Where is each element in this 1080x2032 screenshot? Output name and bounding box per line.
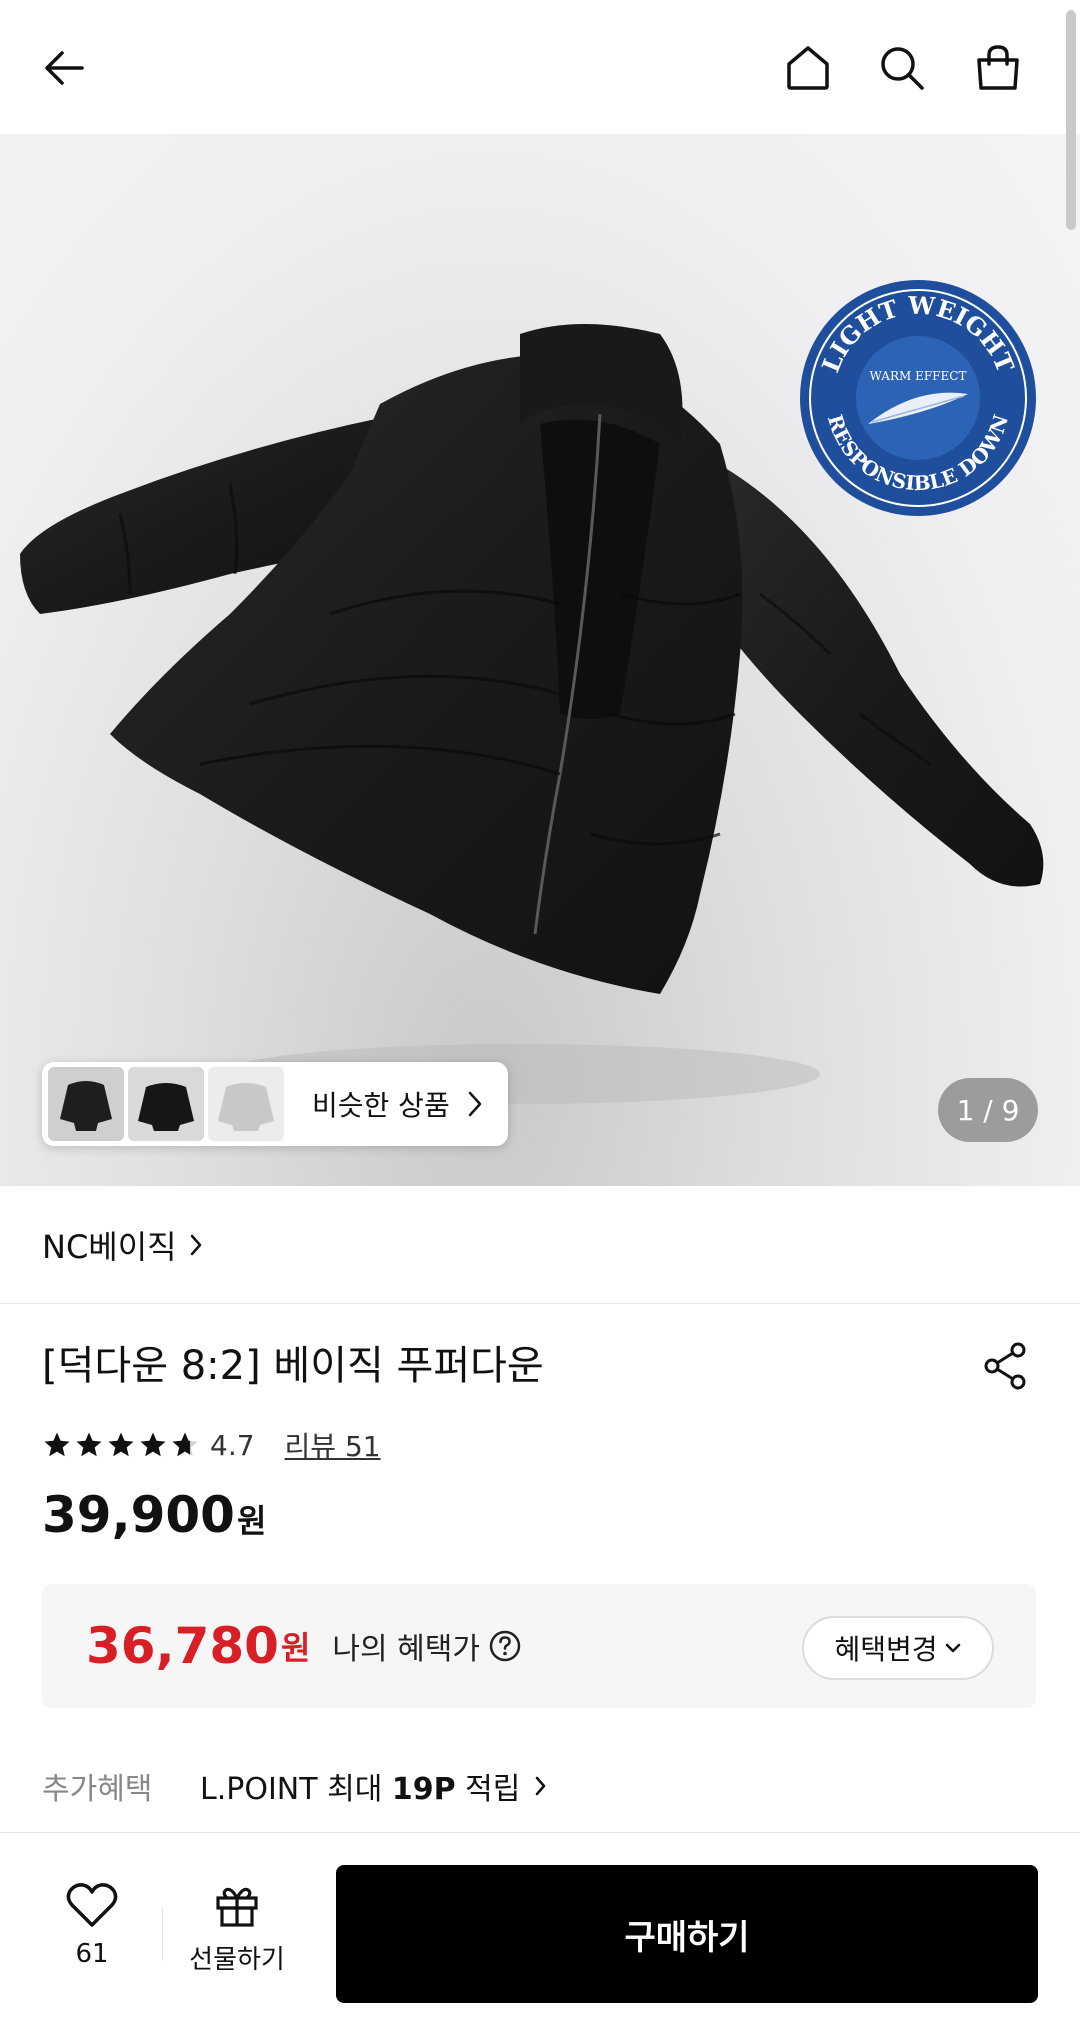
product-title: [덕다운 8:2] 베이직 푸퍼다운 xyxy=(42,1343,544,1389)
gift-icon xyxy=(216,1887,258,1927)
extra-text-prefix: L.POINT 최대 xyxy=(200,1772,392,1807)
rating-value: 4.7 xyxy=(210,1428,255,1462)
heart-icon xyxy=(66,1883,118,1927)
gift-label: 선물하기 xyxy=(189,1945,285,1975)
scrollbar[interactable] xyxy=(1066,10,1076,230)
star-icon xyxy=(140,1432,166,1457)
currency-unit: 원 xyxy=(236,1502,267,1540)
brand-name: NC베이직 xyxy=(42,1227,177,1266)
benefit-price: 36,780 xyxy=(86,1617,279,1675)
star-icon xyxy=(108,1432,134,1457)
share-icon[interactable] xyxy=(980,1340,1032,1392)
change-benefit-button[interactable]: 혜택변경 xyxy=(802,1616,994,1680)
change-benefit-label: 혜택변경 xyxy=(834,1633,938,1666)
extra-text-points: 19P xyxy=(391,1772,456,1807)
extra-benefit-row[interactable]: 추가혜택 L.POINT 최대 19P 적립 xyxy=(42,1756,548,1816)
product-title-row: [덕다운 8:2] 베이직 푸퍼다운 xyxy=(42,1336,1032,1396)
benefit-currency: 원 xyxy=(280,1629,311,1667)
like-button[interactable]: 61 xyxy=(54,1881,130,1969)
extra-benefit-label: 추가혜택 xyxy=(42,1772,153,1807)
cart-button[interactable] xyxy=(960,30,1036,106)
similar-thumb-1 xyxy=(48,1067,124,1141)
top-app-bar xyxy=(0,0,1080,134)
gift-button[interactable]: 선물하기 xyxy=(182,1881,292,1976)
extra-benefit-text: L.POINT 최대 19P 적립 xyxy=(200,1764,520,1808)
star-half-icon xyxy=(172,1432,198,1457)
divider xyxy=(162,1907,163,1961)
star-icon xyxy=(44,1432,70,1457)
chevron-right-icon xyxy=(190,1234,201,1255)
product-image-carousel[interactable]: LIGHT WEIGHT RESPONSIBLE DOWN WARM EFFEC… xyxy=(0,134,1080,1186)
search-icon xyxy=(881,47,924,90)
light-weight-badge-logo: LIGHT WEIGHT RESPONSIBLE DOWN WARM EFFEC… xyxy=(800,280,1036,516)
buy-button[interactable]: 구매하기 xyxy=(336,1865,1038,2003)
help-circle-icon[interactable] xyxy=(488,1629,522,1663)
similar-thumb-2 xyxy=(128,1067,204,1141)
similar-products-label: 비슷한 상품 xyxy=(312,1089,450,1122)
benefit-label: 나의 혜택가 xyxy=(332,1632,480,1667)
chevron-down-icon xyxy=(945,1643,960,1653)
back-button[interactable] xyxy=(26,30,102,106)
shopping-bag-icon xyxy=(977,45,1019,90)
home-icon xyxy=(787,46,829,90)
star-rating xyxy=(42,1430,202,1460)
similar-thumb-3 xyxy=(208,1067,284,1141)
image-counter: 1 / 9 xyxy=(938,1078,1038,1142)
price-row: 39,900 원 xyxy=(42,1486,266,1556)
extra-text-suffix: 적립 xyxy=(455,1772,521,1807)
benefit-price-box: 36,780 원 나의 혜택가 혜택변경 xyxy=(42,1584,1036,1708)
home-button[interactable] xyxy=(770,30,846,106)
chevron-right-icon xyxy=(536,1776,546,1796)
brand-link[interactable]: NC베이직 xyxy=(0,1186,1080,1304)
search-button[interactable] xyxy=(864,30,940,106)
review-link[interactable]: 리뷰 51 xyxy=(285,1425,381,1465)
like-count: 61 xyxy=(75,1939,109,1969)
star-icon xyxy=(76,1432,102,1457)
arrow-left-icon xyxy=(45,51,84,85)
original-price: 39,900 xyxy=(42,1486,235,1544)
chevron-right-icon xyxy=(468,1091,481,1117)
badge-mid-text: WARM EFFECT xyxy=(870,369,967,383)
bottom-action-bar: 61 선물하기 구매하기 xyxy=(0,1832,1080,2032)
similar-products-button[interactable]: 비슷한 상품 xyxy=(42,1062,508,1146)
rating-row: 4.7 리뷰 51 xyxy=(42,1420,381,1470)
